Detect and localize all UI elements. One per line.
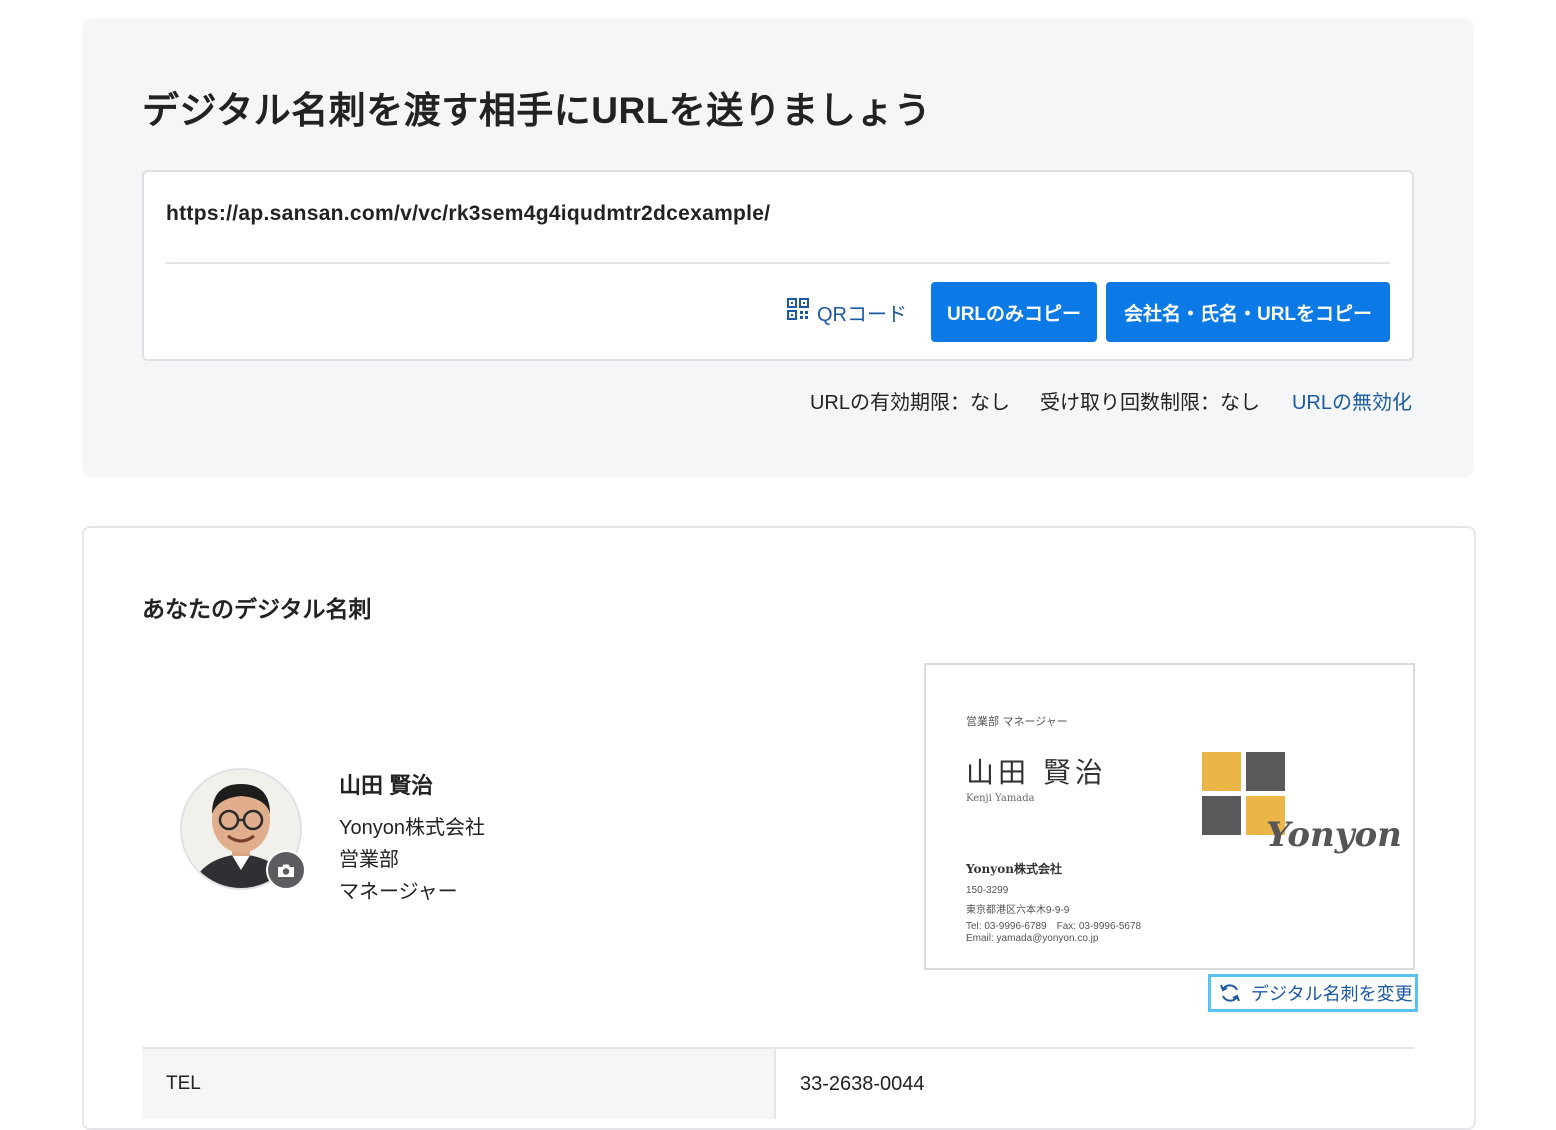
profile-name: 山田 賢治 xyxy=(339,773,434,798)
tel-label: TEL xyxy=(142,1049,776,1119)
logo-square-yellow xyxy=(1202,752,1241,791)
share-title: デジタル名刺を渡す相手にURLを送りましょう xyxy=(142,90,932,131)
card-roman-name: Kenji Yamada xyxy=(966,793,1035,804)
url-meta: URLの有効期限：なし 受け取り回数制限：なし URLの無効化 xyxy=(810,386,1412,415)
avatar xyxy=(180,768,306,890)
profile-company: Yonyon株式会社 xyxy=(339,817,485,839)
change-digital-card-link[interactable]: デジタル名刺を変更 xyxy=(1208,974,1418,1012)
qr-code-link[interactable]: QRコード xyxy=(787,298,907,327)
change-photo-button[interactable] xyxy=(266,850,306,890)
section-title: あなたのデジタル名刺 xyxy=(142,596,372,622)
qr-code-icon xyxy=(787,298,809,326)
card-tel-fax: Tel: 03-9996-6789 Fax: 03-9996-5678 xyxy=(966,921,1142,932)
tel-value: 33-2638-0044 xyxy=(800,1072,925,1095)
business-card-image: 営業部 マネージャー 山田 賢治 Kenji Yamada Yonyon株式会社… xyxy=(924,663,1415,970)
card-email: Email: yamada@yonyon.co.jp xyxy=(966,933,1099,944)
card-name: 山田 賢治 xyxy=(966,756,1107,789)
refresh-icon xyxy=(1220,984,1240,1002)
card-company: Yonyon株式会社 xyxy=(966,862,1062,876)
profile-position: マネージャー xyxy=(339,881,458,903)
logo-square-gray xyxy=(1202,796,1241,835)
table-row: TEL 33-2638-0044 xyxy=(142,1049,1414,1119)
logo-square-gray xyxy=(1246,752,1285,791)
copy-url-button[interactable]: URLのみコピー xyxy=(931,282,1097,342)
profile-department: 営業部 xyxy=(339,849,399,871)
contact-info-table: TEL 33-2638-0044 xyxy=(142,1047,1414,1119)
card-brand-logo: Yonyon xyxy=(1266,815,1402,855)
share-url-panel: デジタル名刺を渡す相手にURLを送りましょう https://ap.sansan… xyxy=(82,18,1474,477)
url-box: https://ap.sansan.com/v/vc/rk3sem4g4iqud… xyxy=(142,170,1414,361)
card-address: 東京都港区六本木9-9-9 xyxy=(966,905,1070,916)
share-url[interactable]: https://ap.sansan.com/v/vc/rk3sem4g4iqud… xyxy=(166,202,770,226)
profile-details: Yonyon株式会社 営業部 マネージャー xyxy=(339,812,485,908)
receive-limit: 受け取り回数制限：なし xyxy=(1039,392,1260,414)
change-card-label: デジタル名刺を変更 xyxy=(1251,984,1413,1004)
copy-company-name-url-button[interactable]: 会社名・氏名・URLをコピー xyxy=(1106,282,1390,342)
divider xyxy=(166,262,1390,264)
digital-card-section: あなたのデジタル名刺 山田 賢治 Yonyon株式会社 営業部 マネージャー 営… xyxy=(82,526,1476,1130)
camera-icon xyxy=(278,864,294,877)
card-title-line: 営業部 マネージャー xyxy=(966,715,1068,728)
revoke-url-link[interactable]: URLの無効化 xyxy=(1292,386,1412,415)
qr-code-label: QRコード xyxy=(817,303,907,326)
url-expiry: URLの有効期限：なし xyxy=(809,392,1010,414)
card-postal: 150-3299 xyxy=(966,885,1009,896)
url-actions: QRコード URLのみコピー 会社名・氏名・URLをコピー xyxy=(787,282,1390,342)
